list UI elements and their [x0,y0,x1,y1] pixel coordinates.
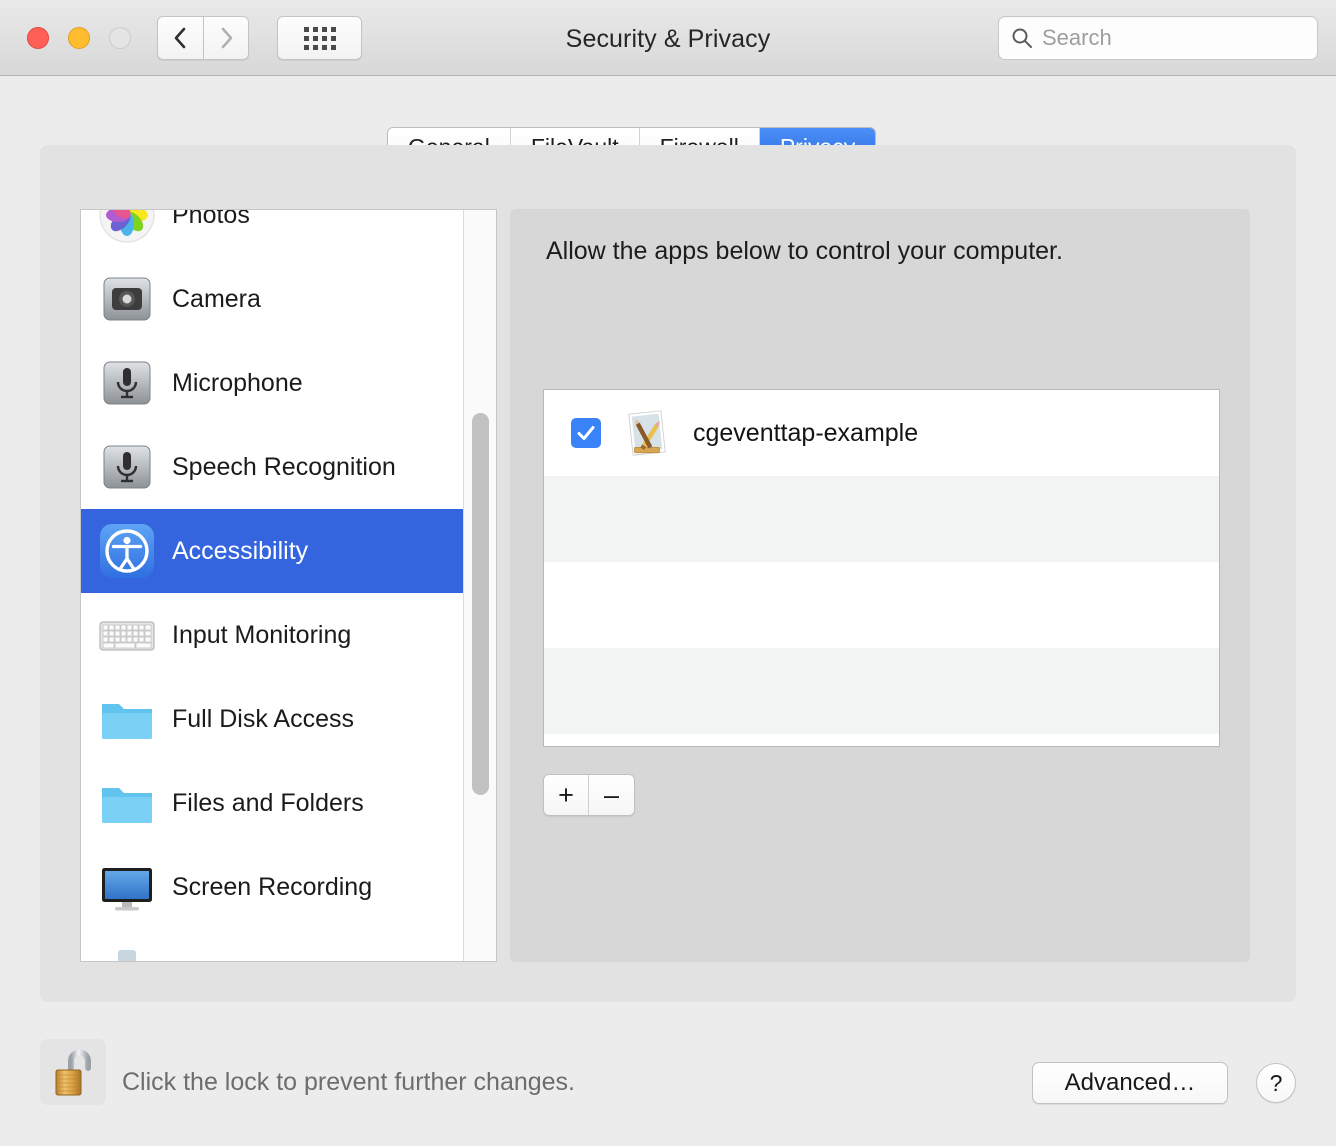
sidebar-item-input-monitoring[interactable]: Input Monitoring [81,593,496,677]
scrollbar-thumb[interactable] [472,413,489,795]
automation-icon [98,942,156,961]
app-checkbox[interactable] [571,418,601,448]
accessibility-icon [98,522,156,580]
window-titlebar: Security & Privacy Search [0,0,1336,76]
folder-icon [98,690,156,748]
display-icon [98,858,156,916]
sidebar-item-full-disk-access[interactable]: Full Disk Access [81,677,496,761]
sidebar-list: Photos Camera Microphone Speech Recognit… [81,209,496,961]
sidebar-item-label: Full Disk Access [172,704,354,733]
sidebar-item-label: Microphone [172,368,303,397]
sidebar-item-files-and-folders[interactable]: Files and Folders [81,761,496,845]
sidebar-scrollbar[interactable] [463,210,496,961]
allowed-apps-list[interactable]: cgeventtap-example [543,389,1220,747]
search-placeholder: Search [1042,25,1112,50]
table-row[interactable] [544,648,1219,734]
sidebar-item-screen-recording[interactable]: Screen Recording [81,845,496,929]
sidebar-item-speech-recognition[interactable]: Speech Recognition [81,425,496,509]
microphone-icon [98,438,156,496]
photos-icon [98,210,156,244]
lock-status-text: Click the lock to prevent further change… [122,1068,576,1096]
sidebar-item-microphone[interactable]: Microphone [81,341,496,425]
table-row[interactable]: cgeventtap-example [544,390,1219,476]
keyboard-icon [98,606,156,664]
sidebar-item-label: Input Monitoring [172,620,352,649]
search-icon [1012,28,1032,48]
content-heading: Allow the apps below to control your com… [546,237,1063,265]
unlocked-padlock-icon [55,1049,91,1096]
sidebar-item-camera[interactable]: Camera [81,257,496,341]
app-name-label: cgeventtap-example [693,418,919,447]
camera-icon [98,270,156,328]
add-remove-button-group: + – [543,774,635,816]
preferences-panel: Photos Camera Microphone Speech Recognit… [40,145,1296,1002]
help-button[interactable]: ? [1256,1063,1296,1103]
sidebar-item-label: Camera [172,284,261,313]
checkmark-icon [577,426,595,440]
sidebar-item-partial[interactable] [81,929,496,961]
generic-app-icon [621,407,673,459]
lock-button[interactable] [40,1039,106,1105]
sidebar-item-label: Accessibility [172,536,309,565]
table-row[interactable] [544,734,1219,746]
sidebar-item-photos[interactable]: Photos [81,209,496,257]
sidebar-item-label: Photos [172,209,250,229]
add-app-button[interactable]: + [544,775,589,815]
advanced-button[interactable]: Advanced… [1032,1062,1228,1104]
search-field[interactable]: Search [998,16,1318,60]
sidebar-item-label: Screen Recording [172,872,373,901]
table-row[interactable] [544,562,1219,648]
remove-app-button[interactable]: – [589,775,634,815]
sidebar-item-label: Files and Folders [172,788,364,817]
sidebar-item-accessibility[interactable]: Accessibility [81,509,496,593]
privacy-content-area: Allow the apps below to control your com… [510,209,1250,962]
folder-icon [98,774,156,832]
sidebar-item-label: Speech Recognition [172,452,396,481]
privacy-category-sidebar[interactable]: Photos Camera Microphone Speech Recognit… [80,209,497,962]
table-row[interactable] [544,476,1219,562]
microphone-icon [98,354,156,412]
